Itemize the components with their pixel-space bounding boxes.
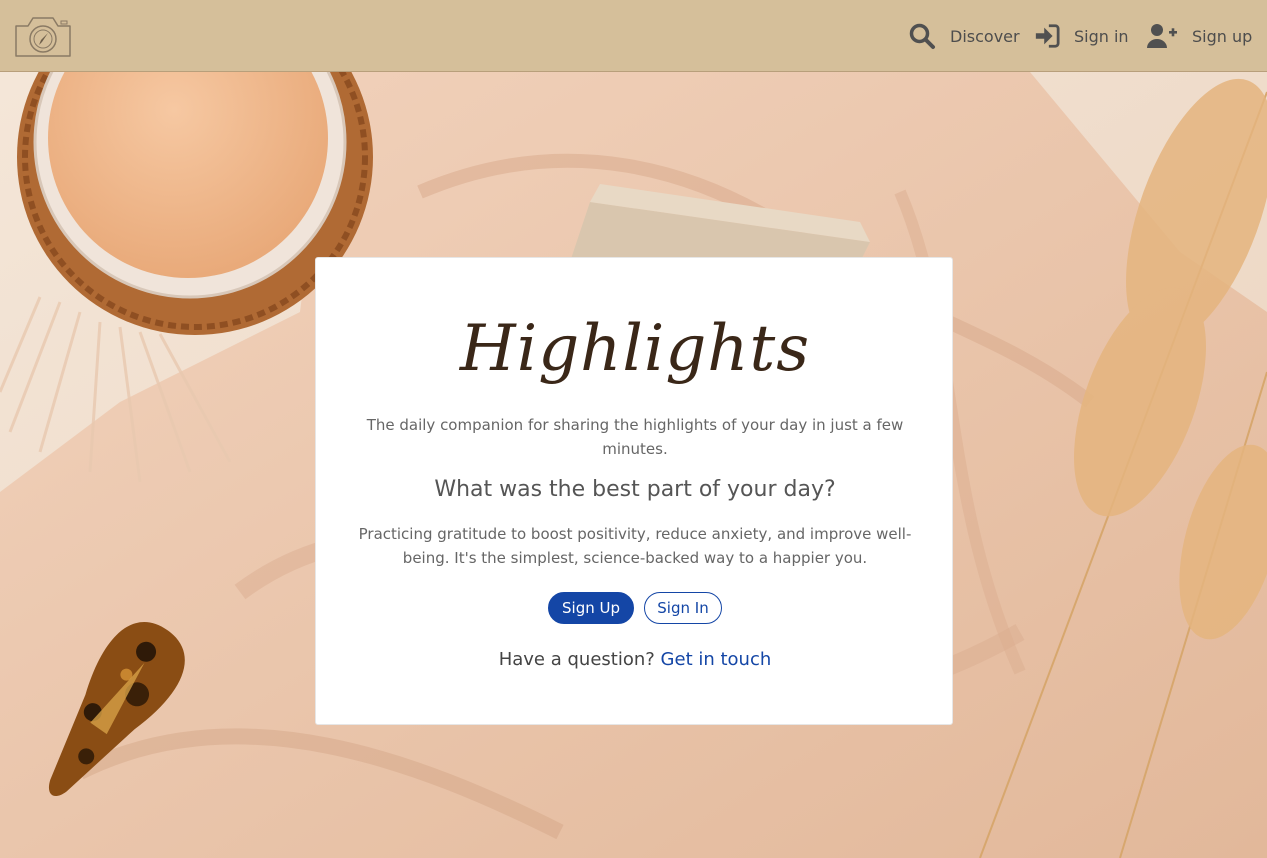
nav-sign-up-label: Sign up (1192, 26, 1253, 46)
get-in-touch-link[interactable]: Get in touch (661, 649, 772, 670)
welcome-card: Highlights The daily companion for shari… (315, 257, 953, 725)
nav-discover[interactable]: Discover (908, 20, 1020, 52)
nav-discover-label: Discover (950, 26, 1020, 46)
top-navbar: Discover Sign in Sign up (0, 0, 1267, 72)
camera-compass-icon[interactable] (12, 12, 74, 60)
svg-text:Highlights: Highlights (459, 312, 810, 386)
description: Practicing gratitude to boost positivity… (358, 525, 912, 567)
auth-buttons: Sign Up Sign In (316, 592, 954, 624)
search-icon (909, 23, 935, 49)
nav-sign-in[interactable]: Sign in (1034, 20, 1129, 52)
nav-sign-in-label: Sign in (1074, 26, 1129, 46)
brand-wordmark: Highlights (459, 312, 810, 386)
sign-in-button[interactable]: Sign In (644, 592, 722, 624)
contact-prefix: Have a question? (498, 649, 655, 670)
sign-in-icon (1035, 24, 1060, 48)
tagline: The daily companion for sharing the high… (366, 416, 904, 458)
sign-up-button[interactable]: Sign Up (548, 592, 634, 624)
prompt-question: What was the best part of your day? (434, 477, 836, 502)
contact-line: Have a question? Get in touch (316, 649, 954, 670)
nav-sign-up[interactable]: Sign up (1146, 20, 1252, 52)
user-plus-icon (1147, 24, 1177, 48)
